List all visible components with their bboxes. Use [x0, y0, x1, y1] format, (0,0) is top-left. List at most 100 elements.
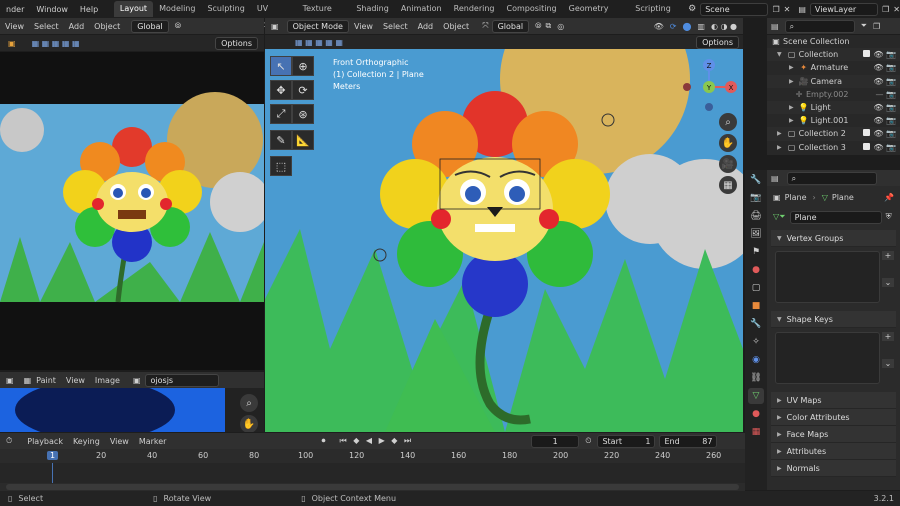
outliner-row-light[interactable]: ▶ 💡 Light 👁 📷	[767, 100, 900, 115]
left-tool-icon[interactable]: ▣	[8, 39, 16, 48]
tab-layout[interactable]: Layout	[113, 1, 154, 17]
vertex-groups-list[interactable]: + ⌄	[775, 251, 896, 303]
viewport-options-dropdown[interactable]: Options	[696, 35, 739, 49]
viewlayer-icon[interactable]: ▤	[798, 5, 806, 14]
pan-view-icon[interactable]: ✋	[719, 134, 737, 152]
zoom-icon[interactable]: ⌕	[240, 394, 258, 412]
outliner-search[interactable]: ⌕	[784, 19, 855, 33]
tab-modeling[interactable]: Modeling	[153, 1, 201, 17]
select-box-icon[interactable]: ↖	[270, 56, 292, 76]
tab-scripting[interactable]: Scripting	[629, 1, 677, 17]
transform-orientation-dropdown[interactable]: Global	[491, 19, 530, 33]
overlay-toggle-icon[interactable]: ⬤	[682, 22, 691, 31]
record-icon[interactable]: ⏺	[321, 436, 325, 446]
constraints-tab-icon[interactable]: ⛓	[748, 370, 764, 386]
rotate-icon[interactable]: ⟳	[292, 80, 314, 100]
scene-icon[interactable]: ⚙	[688, 4, 696, 14]
measure-icon[interactable]: 📐	[292, 130, 314, 150]
outliner-row-scene-collection[interactable]: ▣ Scene Collection	[767, 35, 900, 48]
properties-search[interactable]: ⌕	[786, 171, 877, 185]
image-editor-view-menu[interactable]: View	[61, 376, 90, 385]
add-cube-icon[interactable]: ⬚	[270, 156, 292, 176]
render-tab-icon[interactable]: 📷	[748, 190, 764, 206]
panel-face-maps[interactable]: ▶ Face Maps	[771, 426, 896, 443]
vertex-group-menu-icon[interactable]: ⌄	[882, 278, 894, 287]
outliner-row-camera[interactable]: ▶ 🎥 Camera 👁 📷	[767, 74, 900, 88]
panel-attributes[interactable]: ▶ Attributes	[771, 443, 896, 460]
left-options-dropdown[interactable]: Options	[215, 36, 258, 50]
image-editor-image-menu[interactable]: Image	[90, 376, 125, 385]
output-tab-icon[interactable]: 🖨	[748, 208, 764, 224]
current-frame-field[interactable]: 1	[531, 434, 580, 448]
tab-rendering[interactable]: Rendering	[448, 1, 501, 17]
tab-texture-paint[interactable]: Texture Paint	[297, 1, 351, 29]
add-vertex-group-icon[interactable]: +	[882, 251, 894, 260]
mesh-datablock-icon[interactable]: ▽⏷	[773, 212, 786, 222]
left-select-menu[interactable]: Select	[29, 22, 64, 31]
editor-type-icon[interactable]: ▣	[6, 376, 14, 385]
start-frame-field[interactable]: Start 1	[597, 434, 656, 448]
mesh-name-field[interactable]: Plane	[789, 210, 882, 224]
timeline-type-icon[interactable]: ⏱	[6, 436, 12, 446]
object-tab-icon[interactable]: ■	[748, 298, 764, 314]
properties-type-icon[interactable]: ▤	[771, 174, 779, 183]
snap-icon[interactable]: ⧉	[546, 21, 552, 31]
include-checkbox-3[interactable]	[863, 142, 871, 150]
playback-menu[interactable]: Playback	[22, 437, 68, 446]
xray-toggle-icon[interactable]: ▥	[697, 22, 705, 31]
left-view-menu[interactable]: View	[0, 22, 29, 31]
tool-tab-icon[interactable]: 🔧	[748, 172, 764, 188]
add-menu[interactable]: Add	[413, 22, 439, 31]
outliner-row-collection-2[interactable]: ▶ ▢ Collection 2 👁 📷	[767, 127, 900, 141]
clock-icon[interactable]: ⏲	[585, 436, 591, 446]
scale-icon[interactable]: ⤢	[270, 104, 292, 124]
data-tab-icon[interactable]: ▽	[748, 388, 764, 404]
collection-tab-icon[interactable]: ▢	[748, 280, 764, 296]
panel-uv-maps[interactable]: ▶ UV Maps	[771, 392, 896, 409]
pan-hand-icon[interactable]: ✋	[240, 415, 258, 432]
image-browse-icon[interactable]: ▣	[133, 376, 141, 385]
timeline-view-menu[interactable]: View	[105, 437, 134, 446]
copy-scene-icon[interactable]: ❐	[772, 5, 779, 14]
menu-window[interactable]: Window	[30, 5, 74, 14]
view-menu[interactable]: View	[349, 22, 378, 31]
close-viewlayer-icon[interactable]: ✕	[893, 5, 900, 14]
image-canvas[interactable]: ⌕ ✋	[0, 388, 264, 432]
current-frame-indicator[interactable]: 1	[47, 451, 59, 460]
visibility-icon[interactable]: 👁	[654, 22, 664, 31]
timeline-track[interactable]	[0, 463, 745, 483]
tab-compositing[interactable]: Compositing	[500, 1, 562, 17]
material-tab-icon[interactable]: ●	[748, 406, 764, 422]
close-scene-icon[interactable]: ✕	[784, 5, 791, 14]
particles-tab-icon[interactable]: ✧	[748, 334, 764, 350]
outliner-row-light-001[interactable]: ▶ 💡 Light.001 👁 📷	[767, 114, 900, 127]
editor-type-icon-main[interactable]: ▣	[271, 22, 279, 31]
outliner-row-collection-3[interactable]: ▶ ▢ Collection 3 👁 📷	[767, 141, 900, 154]
outliner-row-armature[interactable]: ▶ ✦ Armature 👁 📷	[767, 61, 900, 74]
select-mode-icons[interactable]: ▦ ▦ ▦ ▦ ▦	[295, 38, 343, 47]
annotate-icon[interactable]: ✎	[270, 130, 292, 150]
frame-ruler[interactable]: 1 20 40 60 80 100 120 140 160 180 200 22…	[0, 449, 745, 463]
modifier-tab-icon[interactable]: 🔧	[748, 316, 764, 332]
physics-tab-icon[interactable]: ◉	[748, 352, 764, 368]
outliner-row-collection[interactable]: ▼ ▢ Collection 👁 📷	[767, 48, 900, 62]
copy-viewlayer-icon[interactable]: ❐	[882, 5, 889, 14]
tab-uv-editing[interactable]: UV Editing	[251, 1, 297, 29]
shape-key-menu-icon[interactable]: ⌄	[882, 359, 894, 368]
viewlayer-field[interactable]: ViewLayer	[809, 2, 879, 16]
zoom-view-icon[interactable]: ⌕	[719, 113, 737, 131]
object-menu[interactable]: Object	[438, 22, 474, 31]
tab-geometry-nodes[interactable]: Geometry Nodes	[563, 1, 630, 29]
ortho-toggle-icon[interactable]: ▦	[719, 176, 737, 194]
shading-modes-icon[interactable]: ◐ ◑ ●	[711, 22, 737, 31]
navigation-gizmo[interactable]: Z X Y	[679, 57, 739, 117]
view-layer-tab-icon[interactable]: 🖼	[748, 226, 764, 242]
move-icon[interactable]: ✥	[270, 80, 292, 100]
left-transform-orientation[interactable]: Global	[131, 19, 169, 33]
scene-tab-icon[interactable]: ⚑	[748, 244, 764, 260]
texture-tab-icon[interactable]: ▦	[748, 424, 764, 440]
image-name-field[interactable]: ojosjs	[144, 373, 219, 387]
object-mode-dropdown[interactable]: Object Mode	[286, 19, 349, 33]
include-checkbox-2[interactable]	[863, 129, 871, 137]
tab-shading[interactable]: Shading	[350, 1, 395, 17]
